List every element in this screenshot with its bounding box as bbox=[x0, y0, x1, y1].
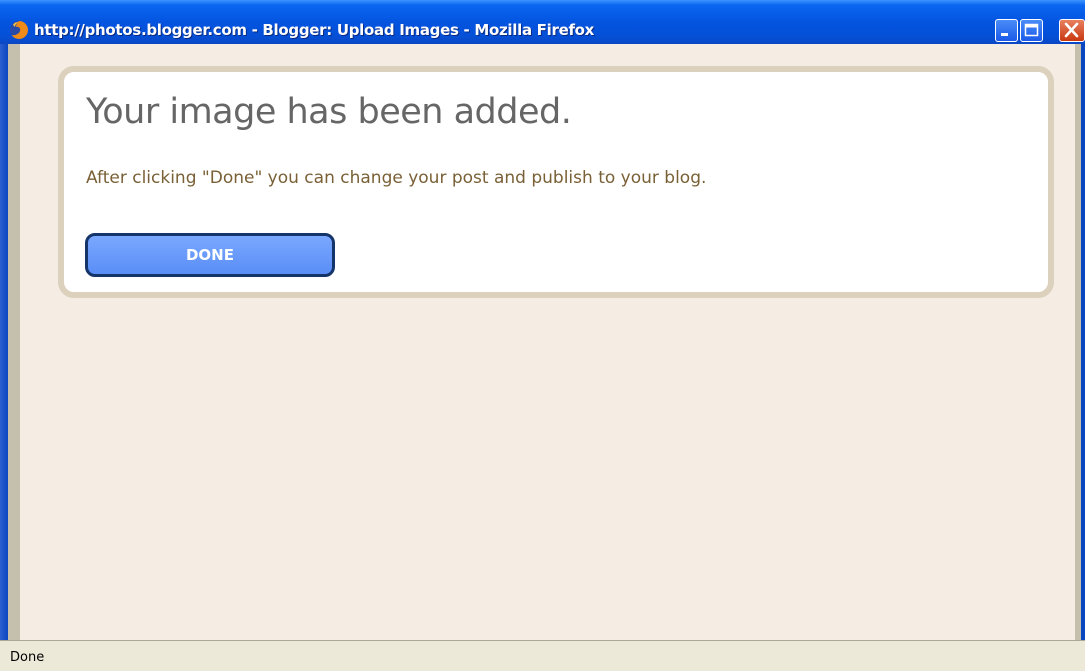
close-icon bbox=[1064, 22, 1079, 38]
browser-window: http://photos.blogger.com - Blogger: Upl… bbox=[0, 0, 1085, 671]
firefox-icon bbox=[10, 21, 28, 39]
close-button[interactable] bbox=[1059, 19, 1085, 42]
page-body: Your image has been added. After clickin… bbox=[20, 44, 1075, 640]
title-bar[interactable]: http://photos.blogger.com - Blogger: Upl… bbox=[0, 0, 1085, 44]
instruction-text: After clicking "Done" you can change you… bbox=[86, 168, 707, 188]
browser-content: Your image has been added. After clickin… bbox=[8, 44, 1081, 640]
minimize-icon bbox=[1001, 33, 1008, 36]
window-frame-left bbox=[0, 44, 8, 671]
window-frame-right bbox=[1081, 44, 1085, 671]
maximize-button[interactable] bbox=[1020, 19, 1043, 42]
maximize-icon bbox=[1024, 23, 1039, 37]
page-title: Your image has been added. bbox=[86, 92, 572, 132]
status-bar: Done bbox=[0, 640, 1085, 671]
confirmation-panel: Your image has been added. After clickin… bbox=[58, 66, 1054, 298]
status-text: Done bbox=[10, 650, 45, 665]
minimize-button[interactable] bbox=[995, 19, 1018, 42]
window-title: http://photos.blogger.com - Blogger: Upl… bbox=[34, 21, 595, 39]
done-button[interactable]: DONE bbox=[85, 233, 335, 277]
